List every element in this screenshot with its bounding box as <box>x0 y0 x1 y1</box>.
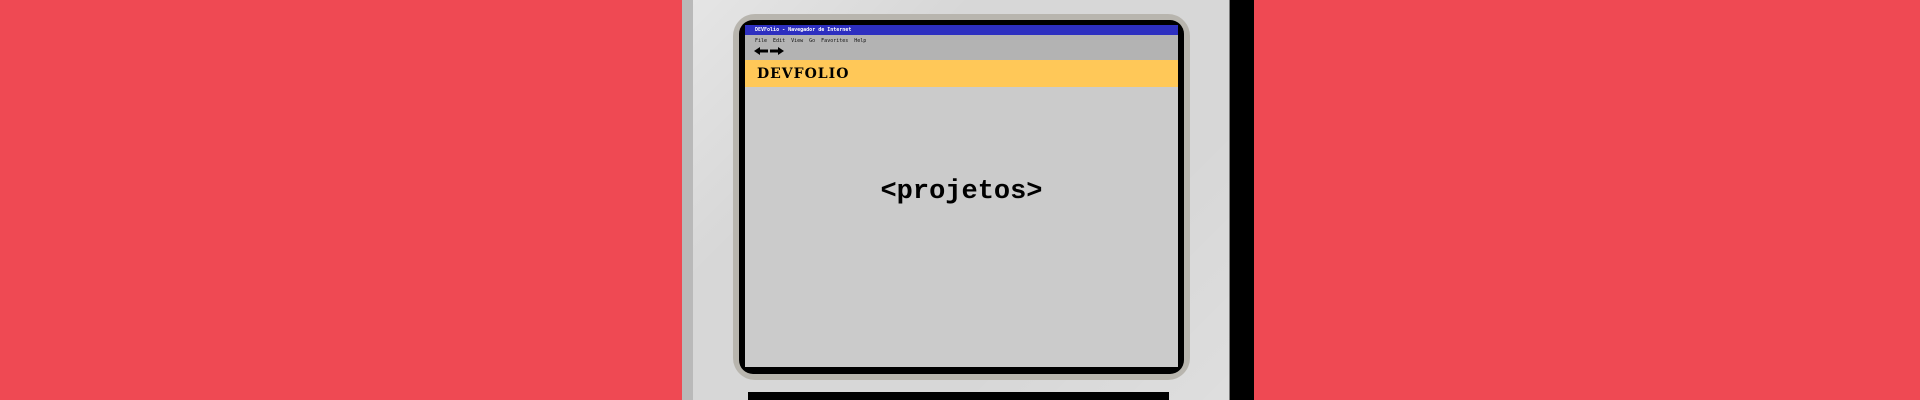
browser-toolbar: File Edit View Go Favorites Help <box>745 35 1178 60</box>
window-titlebar: DEVFolio - Navegador de Internet <box>745 25 1178 35</box>
menu-favorites[interactable]: Favorites <box>821 38 848 45</box>
arrow-left-icon <box>754 47 768 55</box>
back-button[interactable] <box>754 47 768 55</box>
site-header: DEVFOLIO <box>745 60 1178 87</box>
browser-window: DEVFolio - Navegador de Internet File Ed… <box>745 25 1178 367</box>
menu-help[interactable]: Help <box>854 38 866 45</box>
menu-edit[interactable]: Edit <box>773 38 785 45</box>
window-title: DEVFolio - Navegador de Internet <box>755 27 852 33</box>
page-title: <projetos> <box>880 177 1043 207</box>
monitor-side-edge <box>1230 0 1254 400</box>
scene: DEVFolio - Navegador de Internet File Ed… <box>0 0 1920 400</box>
monitor-stand <box>748 392 1169 400</box>
menu-view[interactable]: View <box>791 38 803 45</box>
menu-go[interactable]: Go <box>809 38 815 45</box>
arrow-right-icon <box>770 47 784 55</box>
site-logo[interactable]: DEVFOLIO <box>757 66 849 82</box>
menu-bar: File Edit View Go Favorites Help <box>755 38 866 45</box>
nav-buttons <box>754 47 784 55</box>
forward-button[interactable] <box>770 47 784 55</box>
menu-file[interactable]: File <box>755 38 767 45</box>
